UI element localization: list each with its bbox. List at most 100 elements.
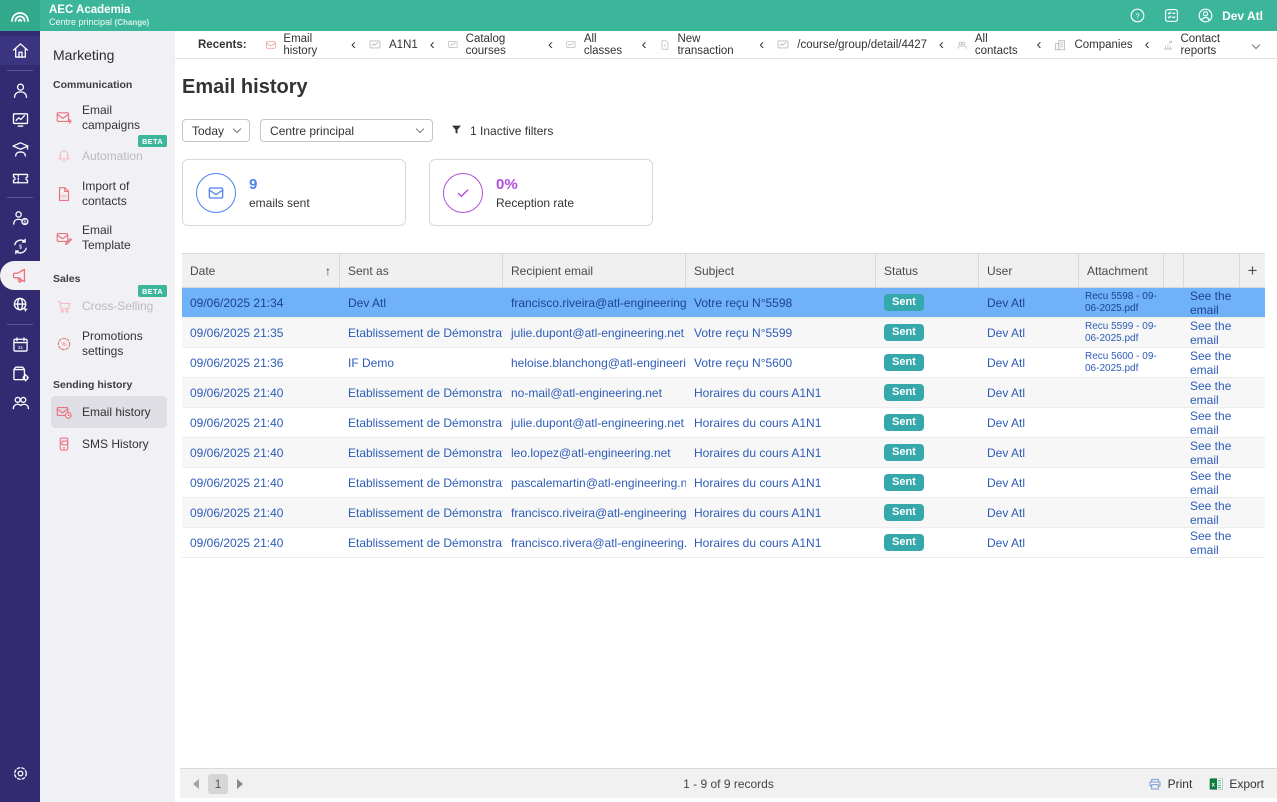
sent-status-badge: Sent bbox=[884, 503, 924, 522]
table-row[interactable]: 09/06/2025 21:34 Dev Atl francisco.rivei… bbox=[182, 288, 1265, 318]
app-window: AEC Academia Centre principal (Change) ?… bbox=[0, 0, 1277, 802]
rail-item-contacts[interactable] bbox=[0, 76, 40, 105]
cell-user: Dev Atl bbox=[987, 505, 1026, 520]
table-row[interactable]: 09/06/2025 21:40 Etablissement de Démons… bbox=[182, 528, 1265, 558]
column-header-attachment[interactable]: Attachment bbox=[1079, 254, 1164, 287]
icon-rail: $ $ 31 bbox=[0, 31, 40, 802]
rail-item-transactions[interactable]: $ bbox=[0, 232, 40, 261]
column-header-date[interactable]: Date ↑ bbox=[182, 254, 340, 287]
menu-item-promotions-settings[interactable]: % Promotions settings bbox=[51, 322, 167, 366]
recent-item-email-history[interactable]: Email history bbox=[265, 33, 339, 57]
rail-item-website[interactable] bbox=[0, 290, 40, 319]
menu-item-sms-history[interactable]: SMS History bbox=[51, 428, 167, 460]
table-row[interactable]: 09/06/2025 21:40 Etablissement de Démons… bbox=[182, 408, 1265, 438]
center-select[interactable]: Centre principal bbox=[260, 119, 434, 142]
rail-item-classes[interactable] bbox=[0, 105, 40, 134]
recent-item-contact-reports[interactable]: Contact reports bbox=[1162, 33, 1247, 57]
menu-item-label: Email campaigns bbox=[82, 103, 141, 132]
table-row[interactable]: 09/06/2025 21:36 IF Demo heloise.blancho… bbox=[182, 348, 1265, 378]
recent-item-companies[interactable]: Companies bbox=[1053, 38, 1133, 52]
next-page-arrow[interactable] bbox=[237, 778, 243, 789]
inactive-filters-button[interactable]: 1 Inactive filters bbox=[450, 124, 553, 138]
see-the-email-link[interactable]: See the email bbox=[1184, 319, 1240, 347]
rail-item-products[interactable] bbox=[0, 359, 40, 388]
see-the-email-link[interactable]: See the email bbox=[1184, 289, 1240, 317]
recent-item-all-contacts[interactable]: All contacts bbox=[956, 33, 1024, 57]
beta-badge: BETA bbox=[137, 135, 167, 148]
menu-title: Marketing bbox=[53, 47, 115, 63]
menu-item-email-history[interactable]: Email history bbox=[51, 396, 167, 428]
chevron-down-icon bbox=[415, 124, 425, 134]
table-row[interactable]: 09/06/2025 21:40 Etablissement de Démons… bbox=[182, 378, 1265, 408]
table-row[interactable]: 09/06/2025 21:40 Etablissement de Démons… bbox=[182, 438, 1265, 468]
cell-subject: Votre reçu N°5600 bbox=[694, 355, 793, 370]
rail-item-sales-contacts[interactable]: $ bbox=[0, 203, 40, 232]
table-row[interactable]: 09/06/2025 21:35 Etablissement de Démons… bbox=[182, 318, 1265, 348]
cell-recipient: no-mail@atl-engineering.net bbox=[511, 385, 662, 400]
sent-status-badge: Sent bbox=[884, 413, 924, 432]
sent-status-badge: Sent bbox=[884, 443, 924, 462]
period-select[interactable]: Today bbox=[182, 119, 251, 142]
chevron-down-icon bbox=[1251, 40, 1261, 49]
recents-expand-chevron[interactable] bbox=[1247, 35, 1265, 55]
change-center-link[interactable]: (Change) bbox=[115, 18, 150, 27]
see-the-email-link[interactable]: See the email bbox=[1184, 379, 1240, 407]
menu-item-import-contacts[interactable]: CSV Import of contacts bbox=[51, 172, 167, 216]
see-the-email-link[interactable]: See the email bbox=[1184, 439, 1240, 467]
print-button[interactable]: Print bbox=[1147, 776, 1192, 792]
stat-label: emails sent bbox=[249, 195, 310, 210]
cell-recipient: francisco.riveira@atl-engineering.net bbox=[511, 505, 686, 520]
rail-item-marketing[interactable] bbox=[0, 261, 40, 290]
chevron-left-icon: ‹ bbox=[641, 36, 647, 53]
attachment-link[interactable]: Recu 5600 - 09-06-2025.pdf bbox=[1079, 351, 1164, 375]
menu-item-email-campaigns[interactable]: Email campaigns bbox=[51, 96, 167, 140]
rail-divider bbox=[7, 197, 33, 198]
column-header-status[interactable]: Status bbox=[876, 254, 979, 287]
column-header-sent-as[interactable]: Sent as bbox=[340, 254, 503, 287]
cell-date: 09/06/2025 21:36 bbox=[190, 355, 284, 370]
see-the-email-link[interactable]: See the email bbox=[1184, 529, 1240, 557]
board-icon bbox=[448, 40, 458, 48]
see-the-email-link[interactable]: See the email bbox=[1184, 409, 1240, 437]
menu-item-automation[interactable]: Automation BETA bbox=[51, 135, 167, 172]
column-header-see-email bbox=[1184, 254, 1240, 287]
cell-user: Dev Atl bbox=[987, 295, 1026, 310]
funnel-icon bbox=[452, 125, 461, 134]
column-header-user[interactable]: User bbox=[979, 254, 1079, 287]
recent-item-new-transaction[interactable]: $ New transaction bbox=[659, 33, 748, 57]
menu-item-email-template[interactable]: Email Template bbox=[51, 216, 167, 260]
attachment-link[interactable]: Recu 5598 - 09-06-2025.pdf bbox=[1079, 291, 1164, 315]
table-row[interactable]: 09/06/2025 21:40 Etablissement de Démons… bbox=[182, 468, 1265, 498]
page-number-button[interactable]: 1 bbox=[208, 773, 228, 794]
recent-item-all-classes[interactable]: All classes bbox=[565, 33, 630, 57]
rail-item-calendar[interactable]: 31 bbox=[0, 330, 40, 359]
export-button[interactable]: x Export bbox=[1208, 776, 1264, 792]
see-the-email-link[interactable]: See the email bbox=[1184, 469, 1240, 497]
cell-sent-as: IF Demo bbox=[348, 355, 395, 370]
rail-item-home[interactable] bbox=[0, 36, 40, 65]
rail-item-community[interactable] bbox=[0, 388, 40, 417]
see-the-email-link[interactable]: See the email bbox=[1184, 499, 1240, 527]
chevron-left-icon: ‹ bbox=[759, 36, 765, 53]
user-menu[interactable]: Dev Atl bbox=[1196, 6, 1263, 25]
recent-item-a1n1[interactable]: A1N1 bbox=[368, 38, 418, 52]
rail-item-settings[interactable] bbox=[0, 759, 40, 788]
recent-item-course-group[interactable]: /course/group/detail/4427 bbox=[776, 38, 927, 52]
column-header-subject[interactable]: Subject bbox=[686, 254, 876, 287]
attachment-link[interactable]: Recu 5599 - 09-06-2025.pdf bbox=[1079, 321, 1164, 345]
logo-button[interactable] bbox=[0, 0, 40, 31]
column-header-recipient[interactable]: Recipient email bbox=[503, 254, 686, 287]
menu-item-cross-selling[interactable]: Cross-Selling BETA bbox=[51, 285, 167, 322]
help-icon[interactable]: ? bbox=[1128, 6, 1147, 25]
prev-page-arrow[interactable] bbox=[193, 778, 199, 789]
rail-item-students[interactable] bbox=[0, 134, 40, 163]
see-the-email-link[interactable]: See the email bbox=[1184, 349, 1240, 377]
rail-item-tickets[interactable] bbox=[0, 163, 40, 192]
add-column-button[interactable]: + bbox=[1240, 254, 1265, 287]
stat-value: 9 bbox=[249, 175, 258, 193]
recent-item-catalog-courses[interactable]: Catalog courses bbox=[447, 33, 536, 57]
board-icon bbox=[369, 39, 381, 48]
svg-text:$: $ bbox=[23, 219, 26, 225]
table-row[interactable]: 09/06/2025 21:40 Etablissement de Démons… bbox=[182, 498, 1265, 528]
tasks-icon[interactable] bbox=[1162, 6, 1181, 25]
